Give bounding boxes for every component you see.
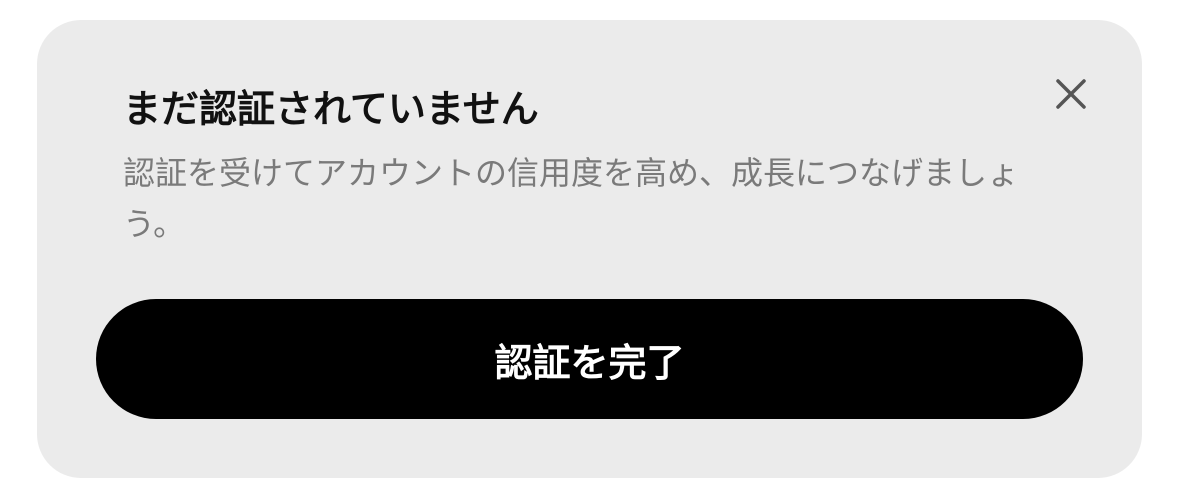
complete-verification-button-label: 認証を完了 [494, 340, 685, 385]
verification-banner: まだ認証されていません 認証を受けてアカウントの信用度を高め、成長につなげましょ… [37, 20, 1142, 478]
close-icon [1056, 79, 1086, 109]
complete-verification-button[interactable]: 認証を完了 [96, 299, 1083, 419]
banner-description: 認証を受けてアカウントの信用度を高め、成長につなげましょう。 [123, 154, 1020, 243]
banner-title: まだ認証されていません [123, 87, 539, 131]
close-button[interactable] [1049, 72, 1093, 116]
